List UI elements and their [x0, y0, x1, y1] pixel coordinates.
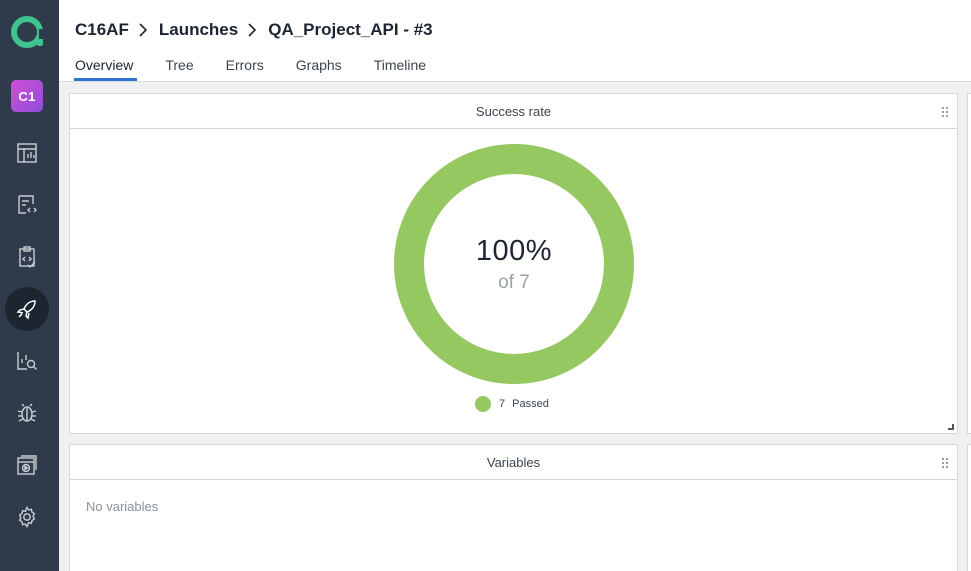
page-header: C16AF Launches QA_Project_API - #3 Overv… — [59, 0, 971, 82]
success-rate-widget: Success rate 100% of 7 7 Passed — [69, 93, 958, 434]
chevron-right-icon — [248, 23, 258, 37]
analytics-icon — [17, 352, 37, 370]
tab-errors[interactable]: Errors — [226, 57, 264, 79]
breadcrumb-project[interactable]: C16AF — [75, 20, 129, 40]
legend-count: 7 — [499, 398, 506, 410]
chevron-right-icon — [139, 23, 149, 37]
breadcrumb-launch: QA_Project_API - #3 — [268, 20, 433, 39]
nav-analytics[interactable] — [5, 339, 49, 383]
project-badge[interactable]: C1 — [11, 80, 43, 112]
nav-settings[interactable] — [5, 495, 49, 539]
widget-title: Variables — [486, 454, 541, 470]
no-variables-text: No variables — [86, 499, 159, 514]
nav-launches[interactable] — [5, 287, 49, 331]
members-icon — [17, 455, 37, 475]
passed-legend-dot — [475, 396, 491, 412]
tab-timeline[interactable]: Timeline — [374, 57, 426, 79]
nav-launches-list[interactable] — [5, 235, 49, 279]
widget-title: Success rate — [475, 103, 552, 119]
variables-widget-header: Variables — [70, 445, 957, 480]
nav-debug[interactable] — [5, 391, 49, 435]
tab-tree[interactable]: Tree — [165, 57, 193, 79]
launches-icon — [16, 300, 36, 320]
nav-dashboard[interactable] — [5, 131, 49, 175]
filters-icon — [18, 195, 37, 214]
debug-icon — [17, 403, 37, 422]
nav-members[interactable] — [5, 443, 49, 487]
tab-graphs[interactable]: Graphs — [296, 57, 342, 79]
sidebar: C1 — [0, 0, 59, 571]
legend-label: Passed — [512, 398, 549, 410]
drag-handle-icon[interactable] — [941, 106, 949, 118]
breadcrumb: C16AF Launches QA_Project_API - #3 — [75, 20, 433, 40]
tab-overview[interactable]: Overview — [73, 57, 138, 81]
app-logo-icon[interactable] — [10, 14, 46, 50]
offscreen-widget — [967, 93, 971, 434]
nav-filters[interactable] — [5, 183, 49, 227]
offscreen-widget — [967, 444, 971, 571]
success-percent: 100% — [475, 234, 553, 267]
chart-legend[interactable]: 7 Passed — [475, 396, 549, 412]
dashboard-icon — [17, 143, 37, 163]
settings-icon — [18, 506, 36, 528]
launches-list-icon — [19, 246, 36, 268]
success-rate-widget-header: Success rate — [70, 94, 957, 129]
launch-tabs: Overview Tree Errors Graphs Timeline — [73, 57, 458, 81]
variables-widget: Variables No variables — [69, 444, 958, 571]
success-total: of 7 — [498, 271, 530, 293]
success-donut-chart: 100% of 7 — [394, 144, 634, 384]
breadcrumb-launches[interactable]: Launches — [159, 20, 238, 40]
resize-handle[interactable] — [948, 424, 954, 430]
drag-handle-icon[interactable] — [941, 457, 949, 469]
